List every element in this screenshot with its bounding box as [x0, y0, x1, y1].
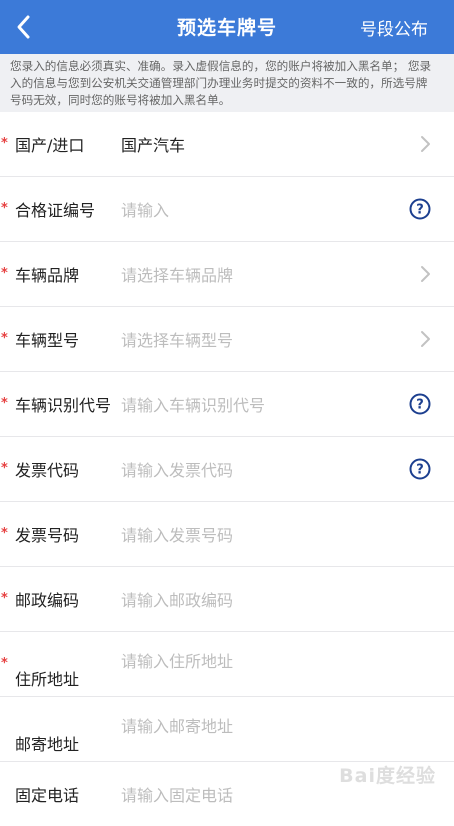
form-row-residence-address[interactable]: * 住所地址 请输入住所地址	[0, 632, 454, 697]
field-label: 发票号码	[15, 526, 80, 545]
field-label: 发票代码	[15, 461, 80, 480]
form-row-vehicle-model[interactable]: * 车辆型号 请选择车辆型号	[0, 307, 454, 372]
field-input-placeholder[interactable]: 请输入邮政编码	[121, 587, 233, 611]
required-marker: *	[1, 331, 8, 346]
required-marker: *	[1, 656, 8, 671]
field-input-placeholder[interactable]: 请输入发票号码	[121, 522, 233, 546]
required-marker: *	[1, 526, 8, 541]
form-row-vin[interactable]: * 车辆识别代号 请输入车辆识别代号?	[0, 372, 454, 437]
field-label: 合格证编号	[15, 201, 96, 220]
field-label: 车辆型号	[15, 331, 80, 350]
svg-text:?: ?	[416, 398, 424, 413]
required-marker: *	[1, 591, 8, 606]
field-label: 车辆识别代号	[15, 396, 112, 415]
number-segment-link[interactable]: 号段公布	[360, 15, 428, 40]
field-input-placeholder[interactable]: 请输入邮寄地址	[121, 713, 233, 737]
chevron-right-icon	[421, 266, 430, 282]
form-row-mailing-address[interactable]: 邮寄地址 请输入邮寄地址	[0, 697, 454, 762]
notice-text: 您录入的信息必须真实、准确。录入虚假信息的，您的账户将被加入黑名单； 您录入的信…	[10, 59, 432, 107]
field-label: 车辆品牌	[15, 266, 80, 285]
form-row-vehicle-brand[interactable]: * 车辆品牌 请选择车辆品牌	[0, 242, 454, 307]
required-marker: *	[1, 136, 8, 151]
field-value[interactable]: 国产汽车	[121, 132, 185, 156]
form-row-origin[interactable]: * 国产/进口 国产汽车	[0, 112, 454, 177]
field-label: 固定电话	[15, 786, 80, 805]
required-marker: *	[1, 266, 8, 281]
svg-text:?: ?	[416, 203, 424, 218]
required-marker: *	[1, 461, 8, 476]
field-input-placeholder[interactable]: 请选择车辆型号	[121, 327, 233, 351]
field-label: 邮政编码	[15, 591, 80, 610]
svg-text:?: ?	[416, 463, 424, 478]
field-label: 邮寄地址	[15, 735, 80, 754]
form-row-certificate-number[interactable]: * 合格证编号 请输入?	[0, 177, 454, 242]
form-row-invoice-number[interactable]: * 发票号码 请输入发票号码	[0, 502, 454, 567]
notice-banner: 您录入的信息必须真实、准确。录入虚假信息的，您的账户将被加入黑名单； 您录入的信…	[0, 54, 454, 112]
required-marker: *	[1, 396, 8, 411]
help-icon[interactable]: ?	[409, 393, 431, 415]
help-icon[interactable]: ?	[409, 198, 431, 220]
top-nav-bar: 预选车牌号 号段公布	[0, 0, 454, 54]
field-input-placeholder[interactable]: 请输入发票代码	[121, 457, 233, 481]
help-icon[interactable]: ?	[409, 458, 431, 480]
field-label: 住所地址	[15, 670, 80, 689]
field-input-placeholder[interactable]: 请输入住所地址	[121, 648, 233, 672]
field-label: 国产/进口	[15, 136, 85, 155]
form-list: * 国产/进口 国产汽车 * 合格证编号 请输入? * 车辆品牌 请选择车辆品牌 * 车辆型号 请选择…	[0, 112, 454, 826]
chevron-right-icon	[421, 331, 430, 347]
required-marker: *	[1, 201, 8, 216]
form-row-invoice-code[interactable]: * 发票代码 请输入发票代码?	[0, 437, 454, 502]
field-input-placeholder[interactable]: 请输入车辆识别代号	[121, 392, 265, 416]
watermark-logo: Bai度经验	[339, 765, 436, 787]
form-row-postal-code[interactable]: * 邮政编码 请输入邮政编码	[0, 567, 454, 632]
chevron-right-icon	[421, 136, 430, 152]
field-input-placeholder[interactable]: 请输入	[121, 197, 169, 221]
field-input-placeholder[interactable]: 请输入固定电话	[121, 782, 233, 806]
field-input-placeholder[interactable]: 请选择车辆品牌	[121, 262, 233, 286]
